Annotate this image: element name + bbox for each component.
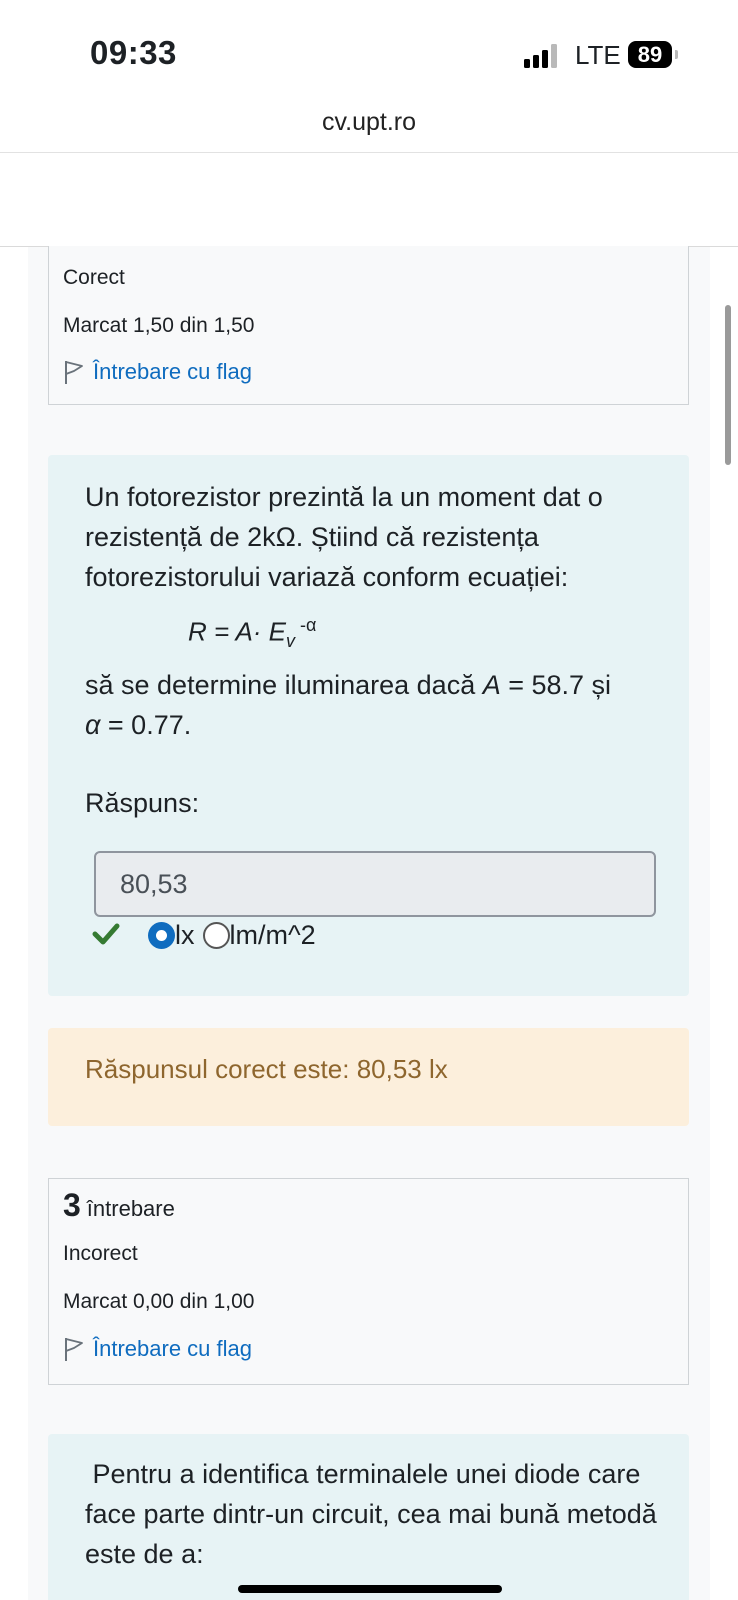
correct-answer-feedback: Răspunsul corect este: 80,53 lx: [48, 1028, 689, 1126]
status-time: 09:33: [90, 34, 177, 71]
scrollbar[interactable]: [725, 305, 731, 465]
unit-label-lm-m2: lm/m^2: [229, 920, 316, 950]
flag-question-label: Întrebare cu flag: [93, 1336, 252, 1361]
flag-icon: [65, 361, 83, 384]
question-text: Un fotorezistor prezintă la un moment da…: [85, 482, 603, 592]
answer-label: Răspuns:: [85, 788, 200, 818]
value-a: = 58.7 și: [500, 670, 612, 700]
question-content: Un fotorezistor prezintă la un moment da…: [48, 455, 689, 996]
unit-label-lx: lx: [175, 920, 195, 950]
flag-question-link[interactable]: Întrebare cu flag: [63, 359, 252, 385]
question-content-3: Pentru a identifica terminalele unei dio…: [48, 1434, 689, 1600]
question-formula: R = A· Ev -α: [188, 615, 316, 652]
question-number-suffix: întrebare: [86, 1196, 175, 1221]
address-bar-url[interactable]: cv.upt.ro: [0, 108, 738, 137]
question-text: Pentru a identifica terminalele unei dio…: [85, 1459, 665, 1569]
question-state: Corect: [63, 266, 125, 289]
battery-icon: 89: [628, 41, 672, 68]
flag-question-label: Întrebare cu flag: [93, 359, 252, 384]
formula-subscript: v: [286, 630, 296, 651]
variable-alpha: α: [85, 710, 101, 740]
network-type: LTE: [575, 40, 621, 70]
question-number-value: 3: [63, 1187, 81, 1223]
home-indicator: [238, 1585, 502, 1593]
flag-question-link[interactable]: Întrebare cu flag: [63, 1336, 252, 1362]
answer-input[interactable]: 80,53: [94, 851, 656, 917]
question-info-box-3: 3 întrebare Incorect Marcat 0,00 din 1,00…: [48, 1178, 689, 1385]
value-alpha: = 0.77.: [100, 710, 192, 740]
correct-answer-text: Răspunsul corect este: 80,53 lx: [85, 1054, 448, 1084]
question-state: Incorect: [63, 1242, 138, 1265]
variable-a: A: [482, 670, 501, 700]
unit-radio-lx[interactable]: [148, 922, 175, 949]
question-grade: Marcat 1,50 din 1,50: [63, 314, 255, 337]
cellular-signal-icon: [524, 44, 560, 68]
formula-exponent: -α: [295, 615, 317, 635]
correct-check-icon: [92, 923, 120, 945]
unit-options: lx lm/m^2: [148, 920, 316, 951]
status-bar: 09:33 LTE 89: [0, 0, 738, 100]
battery-tip: [675, 50, 678, 59]
question-text-continued: să se determine iluminarea dacă A = 58.7…: [85, 665, 665, 745]
question-info-box: Corect Marcat 1,50 din 1,50 Întrebare cu…: [48, 246, 689, 405]
question-text-prefix: să se determine iluminarea dacă: [85, 670, 483, 700]
question-number: 3 întrebare: [63, 1187, 175, 1224]
formula-main: R = A· E: [188, 616, 287, 647]
site-header-area: [0, 153, 738, 247]
flag-icon: [65, 1338, 83, 1361]
unit-radio-lm-m2[interactable]: [202, 922, 230, 949]
question-grade: Marcat 0,00 din 1,00: [63, 1290, 255, 1313]
